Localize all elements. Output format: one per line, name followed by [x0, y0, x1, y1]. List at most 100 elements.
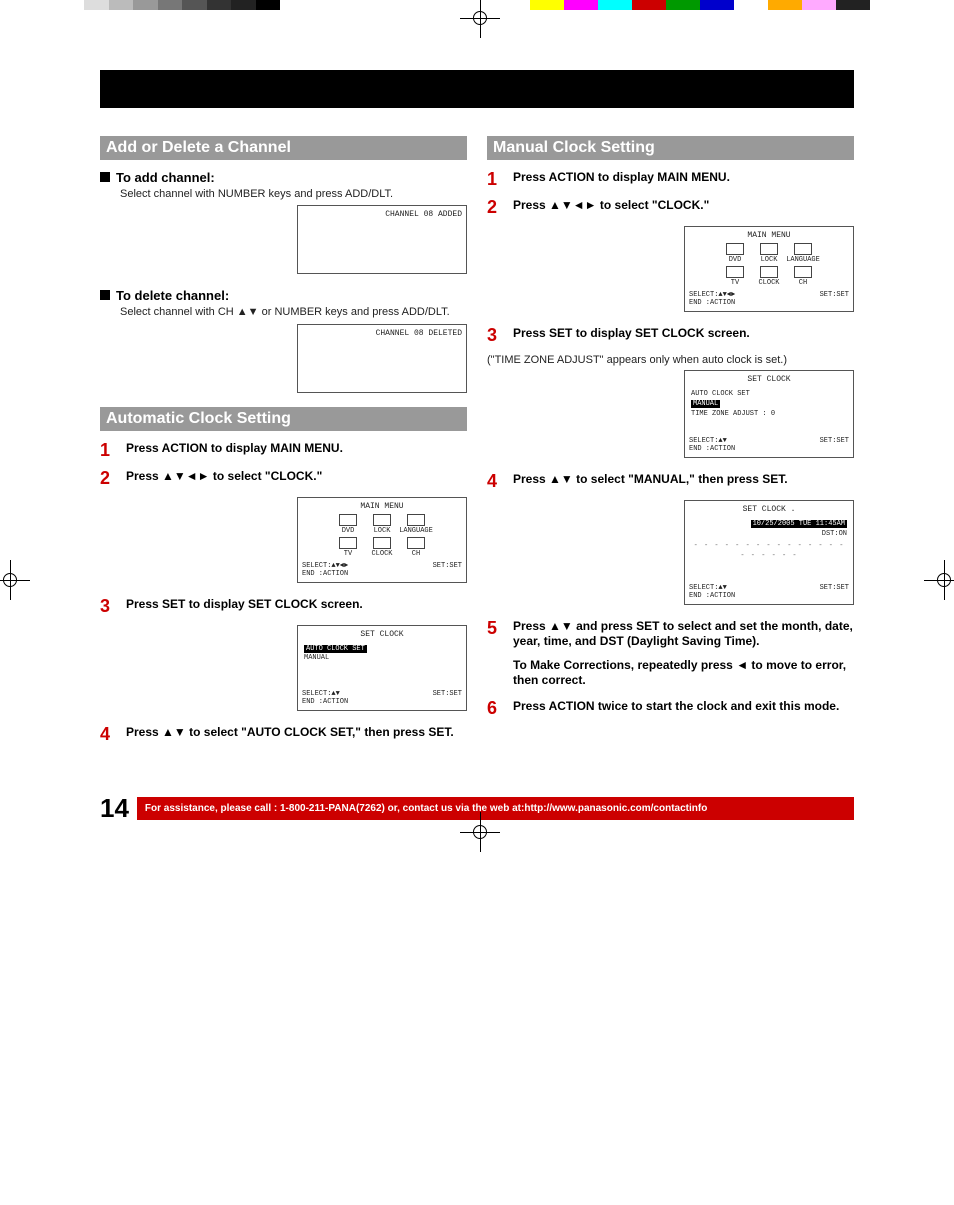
osd-highlight: MANUAL [691, 400, 720, 408]
crop-mark-bottom [460, 812, 500, 852]
step-body: Press SET to display SET CLOCK screen. [126, 597, 467, 615]
manual-step-6: 6 Press ACTION twice to start the clock … [487, 699, 854, 717]
s4a: Press [126, 725, 162, 739]
page-number: 14 [100, 793, 129, 824]
menu-label: DVD [342, 527, 355, 535]
add-channel-heading: To add channel: [100, 170, 467, 185]
menu-icon [794, 266, 812, 278]
menu-icon [373, 537, 391, 549]
s2b: to select "CLOCK." [210, 469, 323, 483]
osd-text: CHANNEL 08 DELETED [302, 329, 462, 338]
osd-separator: - - - - - - - - - - - - - - - - - - - - … [691, 542, 847, 562]
osd-title: SET CLOCK [302, 630, 462, 639]
manual-step-1: 1 Press ACTION to display MAIN MENU. [487, 170, 854, 188]
step-number: 3 [100, 597, 116, 615]
osd-foot: SELECT:▲▼◄► [302, 562, 348, 570]
auto-step-2: 2 Press ▲▼◄► to select "CLOCK." [100, 469, 467, 487]
section-manual-clock: Manual Clock Setting [487, 136, 854, 160]
menu-label: CLOCK [758, 279, 779, 287]
menu-label: TV [344, 550, 352, 558]
step-number: 3 [487, 326, 503, 344]
section-add-delete: Add or Delete a Channel [100, 136, 467, 160]
osd-foot: SET:SET [820, 291, 849, 307]
osd-line: MANUAL [304, 654, 460, 664]
arrow-udlr-icon: ▲▼◄► [162, 469, 210, 483]
osd-set-clock-manual: SET CLOCK AUTO CLOCK SET MANUAL TIME ZON… [684, 370, 854, 458]
color-bar-left [60, 0, 280, 10]
manual-step-2: 2 Press ▲▼◄► to select "CLOCK." [487, 198, 854, 216]
menu-icon [407, 537, 425, 549]
step-number: 2 [100, 469, 116, 487]
step-number: 5 [487, 619, 503, 689]
osd-highlight: AUTO CLOCK SET [304, 645, 367, 653]
s2a: Press [126, 469, 162, 483]
menu-label: LOCK [374, 527, 391, 535]
step-body: Press ▲▼ to select "MANUAL," then press … [513, 472, 854, 490]
s4a: Press [513, 472, 549, 486]
osd-title: MAIN MENU [302, 502, 462, 511]
s2a: Press [513, 198, 549, 212]
menu-icon [373, 514, 391, 526]
s5-extra: To Make Corrections, repeatedly press ◄ … [513, 658, 854, 689]
step-body: Press SET to display SET CLOCK screen. [513, 326, 854, 342]
arrow-ud-icon: ▲▼ [549, 472, 573, 486]
osd-foot: SELECT:▲▼◄► [689, 291, 735, 299]
step-body: Press ▲▼◄► to select "CLOCK." [126, 469, 467, 487]
menu-icon [339, 514, 357, 526]
s5ea: To Make Corrections, repeatedly press [513, 658, 736, 672]
osd-foot: SET:SET [433, 562, 462, 578]
osd-foot: END :ACTION [689, 445, 735, 453]
osd-channel-deleted: CHANNEL 08 DELETED [297, 324, 467, 393]
osd-foot: SELECT:▲▼ [302, 690, 348, 698]
del-body-a: Select channel with CH [120, 306, 237, 318]
header-bar [100, 70, 854, 108]
step-number: 1 [487, 170, 503, 188]
step-body: Press ▲▼ to select "AUTO CLOCK SET," the… [126, 725, 467, 743]
bullet-icon [100, 290, 110, 300]
menu-label: LOCK [761, 256, 778, 264]
osd-foot: END :ACTION [302, 698, 348, 706]
s4b: to select "AUTO CLOCK SET," then press S… [186, 725, 454, 739]
osd-title: MAIN MENU [689, 231, 849, 240]
arrow-ud-icon: ▲▼ [549, 619, 573, 633]
left-column: Add or Delete a Channel To add channel: … [100, 128, 467, 753]
step-body: Press ▲▼◄► to select "CLOCK." [513, 198, 854, 216]
menu-label: CH [412, 550, 420, 558]
menu-label: CLOCK [371, 550, 392, 558]
osd-highlight: 10/25/2005 TUE 11:45AM [751, 520, 847, 528]
menu-label: LANGUAGE [399, 527, 433, 535]
step-body: Press ACTION to display MAIN MENU. [513, 170, 854, 188]
menu-label: DVD [729, 256, 742, 264]
osd-main-menu-left: MAIN MENU DVD LOCK LANGUAGE TV CLOCK CH … [297, 497, 467, 583]
color-bar-right [530, 0, 870, 10]
menu-icon [726, 243, 744, 255]
add-channel-body: Select channel with NUMBER keys and pres… [120, 187, 467, 201]
auto-step-3: 3 Press SET to display SET CLOCK screen. [100, 597, 467, 615]
manual-step-3: 3 Press SET to display SET CLOCK screen. [487, 326, 854, 344]
osd-set-clock-auto: SET CLOCK AUTO CLOCK SET MANUAL SELECT:▲… [297, 625, 467, 712]
osd-title: SET CLOCK . [689, 505, 849, 514]
menu-label: TV [731, 279, 739, 287]
delete-channel-heading: To delete channel: [100, 288, 467, 303]
arrow-ud-icon: ▲▼ [162, 725, 186, 739]
osd-main-menu-right: MAIN MENU DVD LOCK LANGUAGE TV CLOCK CH … [684, 226, 854, 312]
menu-icon [760, 243, 778, 255]
osd-title: SET CLOCK [689, 375, 849, 384]
section-auto-clock: Automatic Clock Setting [100, 407, 467, 431]
osd-foot: SET:SET [820, 437, 849, 453]
add-channel-label: To add channel: [116, 170, 215, 185]
arrow-left-icon: ◄ [736, 658, 748, 672]
auto-step-1: 1 Press ACTION to display MAIN MENU. [100, 441, 467, 459]
menu-icon [407, 514, 425, 526]
manual-step-4: 4 Press ▲▼ to select "MANUAL," then pres… [487, 472, 854, 490]
osd-foot: SET:SET [433, 690, 462, 706]
delete-channel-label: To delete channel: [116, 288, 229, 303]
arrow-ud-icon: ▲▼ [237, 306, 259, 318]
s2b: to select "CLOCK." [597, 198, 710, 212]
menu-icon [726, 266, 744, 278]
menu-label: CH [799, 279, 807, 287]
right-column: Manual Clock Setting 1 Press ACTION to d… [487, 128, 854, 753]
osd-foot: SET:SET [820, 584, 849, 600]
delete-channel-body: Select channel with CH ▲▼ or NUMBER keys… [120, 305, 467, 319]
crop-mark-left [0, 560, 30, 600]
